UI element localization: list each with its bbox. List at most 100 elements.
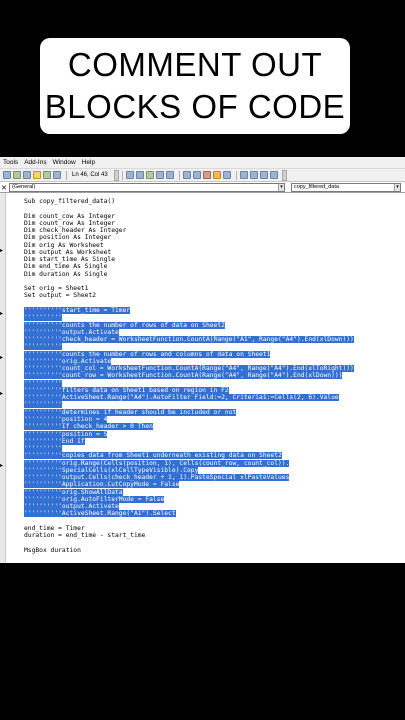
code-line[interactable]: ''''''''''orig.Range(Cells(position, 1),… xyxy=(24,459,405,467)
toolbar-scroll-handle[interactable] xyxy=(113,169,119,181)
toolbox-icon[interactable] xyxy=(43,171,51,179)
code-line[interactable] xyxy=(24,278,405,285)
code-line-text: ''''''''''orig.Activate xyxy=(24,357,112,365)
code-line[interactable]: ''''''''''output.Activate xyxy=(24,503,405,511)
code-line[interactable]: ''''''''''Application.CutCopyMode = Fals… xyxy=(24,481,405,489)
code-line-text: ''''''''''filters data on Sheet1 based o… xyxy=(24,386,229,394)
code-line-text: ''''''''''determines if header should be… xyxy=(24,408,237,416)
code-line[interactable]: ''''''''''copies data from Sheet1 undern… xyxy=(24,452,405,460)
code-line[interactable]: Sub copy_filtered_data() xyxy=(24,198,405,205)
code-line-text: ''''''''''copies data from Sheet1 undern… xyxy=(24,452,282,460)
arrow-marker-icon: ▸ xyxy=(0,311,4,317)
code-line[interactable]: ''''''''''output.Activate xyxy=(24,328,405,336)
code-line-text: Dim count_cow As Integer xyxy=(24,212,115,220)
code-line[interactable]: ''''''''''determines if header should be… xyxy=(24,408,405,416)
comment-block-icon[interactable] xyxy=(212,171,221,179)
indent-icon[interactable] xyxy=(182,171,191,179)
code-line[interactable]: ''''''''''SpecialCells(xlCellTypeVisible… xyxy=(24,466,405,474)
properties-icon[interactable] xyxy=(23,171,31,179)
code-line[interactable]: '''''''''' xyxy=(24,445,405,453)
code-line[interactable]: ''''''''''orig.AutoFilterMode = False xyxy=(24,495,405,503)
code-line[interactable]: Dim count_row As Integer xyxy=(24,220,405,227)
code-line[interactable]: ''''''''''ActiveSheet.Range("A1").Select xyxy=(24,510,405,518)
code-line[interactable]: Dim position As Integer xyxy=(24,234,405,241)
previous-bookmark-icon[interactable] xyxy=(259,171,268,179)
caption-line-1: COMMENT OUT xyxy=(67,46,323,83)
toolbar-separator xyxy=(121,170,123,180)
menu-window[interactable]: Window xyxy=(53,159,76,166)
project-explorer-icon[interactable] xyxy=(13,171,21,179)
code-line[interactable]: '''''''''' xyxy=(24,401,405,409)
menu-help[interactable]: Help xyxy=(82,159,95,166)
outdent-icon[interactable] xyxy=(192,171,201,179)
code-line[interactable]: Set orig = Sheet1 xyxy=(24,285,405,292)
code-line-text: MsgBox duration xyxy=(24,546,81,554)
code-line[interactable] xyxy=(24,518,405,525)
code-line-text: duration = end_time - start_time xyxy=(24,532,146,540)
toggle-breakpoint-icon[interactable] xyxy=(202,171,211,179)
uncomment-block-icon[interactable] xyxy=(222,171,231,179)
code-line[interactable]: Dim duration As Single xyxy=(24,271,405,278)
code-line[interactable]: '''''''''' xyxy=(24,343,405,351)
procedure-dropdown[interactable]: copy_filtered_data ▾ xyxy=(291,183,401,192)
code-line[interactable]: Dim orig As Worksheet xyxy=(24,242,405,249)
code-line[interactable]: ''''''''''count_col = WorksheetFunction.… xyxy=(24,365,405,373)
code-line[interactable]: end_time = Timer xyxy=(24,525,405,532)
code-line[interactable]: ''''''''''check_header = WorksheetFuncti… xyxy=(24,336,405,344)
complete-word-icon[interactable] xyxy=(165,171,174,179)
code-line[interactable]: ''''''''''filters data on Sheet1 based o… xyxy=(24,386,405,394)
code-line[interactable]: ''''''''''If check_header > 0 Then xyxy=(24,423,405,431)
code-line[interactable]: '''''''''' xyxy=(24,379,405,387)
code-line[interactable]: ''''''''''position = 4 xyxy=(24,415,405,423)
code-line[interactable]: Dim start_time As Single xyxy=(24,256,405,263)
design-mode-icon[interactable] xyxy=(3,171,11,179)
code-line[interactable]: Dim end_time As Single xyxy=(24,263,405,270)
object-browser-icon[interactable] xyxy=(33,171,41,179)
code-line[interactable]: ''''''''''output.Cells(check_header + 1,… xyxy=(24,474,405,482)
code-line[interactable]: Dim output As Worksheet xyxy=(24,249,405,256)
code-line[interactable]: ''''''''''start_time = Timer xyxy=(24,306,405,314)
code-line[interactable]: ''''''''''position = 5 xyxy=(24,430,405,438)
code-line[interactable]: ''''''''''count_row = WorksheetFunction.… xyxy=(24,372,405,380)
toolbar-separator xyxy=(178,170,180,180)
parameter-info-icon[interactable] xyxy=(155,171,164,179)
list-properties-icon[interactable] xyxy=(125,171,134,179)
toolbar-separator xyxy=(66,170,67,180)
chevron-down-icon[interactable]: ▾ xyxy=(278,184,284,191)
chevron-down-icon[interactable]: ▾ xyxy=(394,184,400,191)
list-constants-icon[interactable] xyxy=(135,171,144,179)
toggle-bookmark-icon[interactable] xyxy=(239,171,248,179)
code-line[interactable]: Set output = Sheet2 xyxy=(24,292,405,299)
code-line[interactable] xyxy=(24,300,405,307)
object-dropdown-value: (General) xyxy=(12,184,36,190)
code-line[interactable]: Dim check_header As Integer xyxy=(24,227,405,234)
code-editor[interactable]: Sub copy_filtered_data() Dim count_cow As… xyxy=(24,198,405,554)
code-line[interactable]: ''''''''''End If xyxy=(24,437,405,445)
code-line[interactable]: duration = end_time - start_time xyxy=(24,532,405,539)
code-line[interactable] xyxy=(24,539,405,546)
help-icon[interactable] xyxy=(53,171,61,179)
object-dropdown[interactable]: (General) ▾ xyxy=(9,183,285,192)
next-bookmark-icon[interactable] xyxy=(249,171,258,179)
menu-add-ins[interactable]: Add-Ins xyxy=(24,159,46,166)
menu-tools[interactable]: Tools xyxy=(3,159,18,166)
code-line[interactable]: '''''''''' xyxy=(24,314,405,322)
code-line[interactable]: MsgBox duration xyxy=(24,547,405,554)
code-line[interactable] xyxy=(24,205,405,212)
code-line[interactable]: Dim count_cow As Integer xyxy=(24,213,405,220)
caption-banner: COMMENT OUT BLOCKS OF CODE xyxy=(40,38,350,134)
clear-bookmarks-icon[interactable] xyxy=(269,171,278,179)
code-line[interactable]: ''''''''''counts the number of rows and … xyxy=(24,350,405,358)
quick-info-icon[interactable] xyxy=(145,171,154,179)
code-line[interactable]: ''''''''''orig.ShowAllData xyxy=(24,488,405,496)
toolbar-scroll-handle-2[interactable] xyxy=(281,169,287,181)
code-line[interactable]: ''''''''''orig.Activate xyxy=(24,357,405,365)
close-icon[interactable]: ✕ xyxy=(1,184,7,192)
code-line-text: ''''''''''position = 4 xyxy=(24,415,108,423)
code-line-text: ''''''''''output.Activate xyxy=(24,328,119,336)
code-line[interactable]: ''''''''''ActiveSheet.Range("A4").AutoFi… xyxy=(24,394,405,402)
code-line-text: '''''''''' xyxy=(24,379,62,387)
code-line-text: ''''''''''output.Cells(check_header + 1,… xyxy=(24,474,290,482)
code-line[interactable]: ''''''''''counts the number of rows of d… xyxy=(24,321,405,329)
code-line-text: ''''''''''counts the number of rows of d… xyxy=(24,321,225,329)
